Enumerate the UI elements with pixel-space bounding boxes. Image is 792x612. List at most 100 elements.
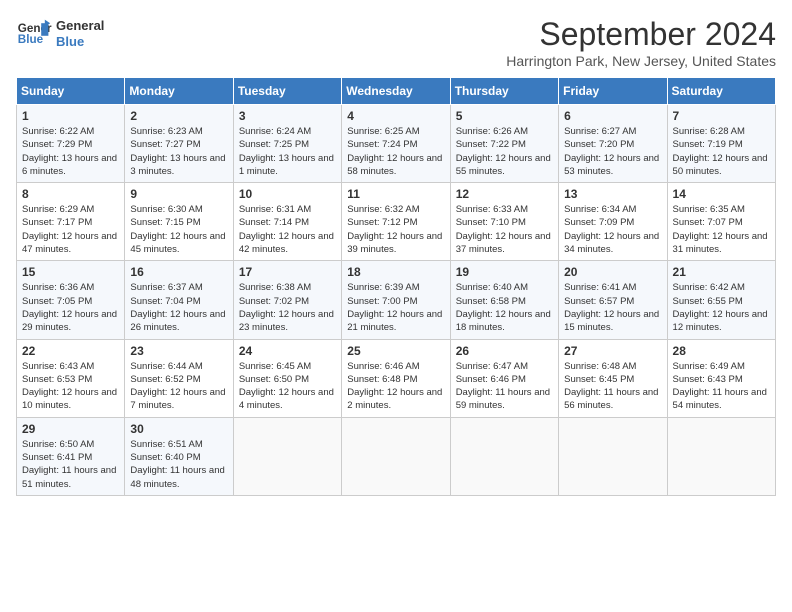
day-number: 24 (239, 344, 336, 358)
day-number: 23 (130, 344, 227, 358)
calendar-day-17: 17 Sunrise: 6:38 AM Sunset: 7:02 PM Dayl… (233, 261, 341, 339)
day-number: 26 (456, 344, 553, 358)
calendar-week-4: 22 Sunrise: 6:43 AM Sunset: 6:53 PM Dayl… (17, 339, 776, 417)
calendar-week-5: 29 Sunrise: 6:50 AM Sunset: 6:41 PM Dayl… (17, 417, 776, 495)
calendar-day-29: 29 Sunrise: 6:50 AM Sunset: 6:41 PM Dayl… (17, 417, 125, 495)
day-info: Sunrise: 6:29 AM Sunset: 7:17 PM Dayligh… (22, 203, 119, 256)
day-number: 7 (673, 109, 770, 123)
day-info: Sunrise: 6:42 AM Sunset: 6:55 PM Dayligh… (673, 281, 770, 334)
day-info: Sunrise: 6:32 AM Sunset: 7:12 PM Dayligh… (347, 203, 444, 256)
calendar-day-26: 26 Sunrise: 6:47 AM Sunset: 6:46 PM Dayl… (450, 339, 558, 417)
day-info: Sunrise: 6:48 AM Sunset: 6:45 PM Dayligh… (564, 360, 661, 413)
calendar-day-21: 21 Sunrise: 6:42 AM Sunset: 6:55 PM Dayl… (667, 261, 775, 339)
day-info: Sunrise: 6:46 AM Sunset: 6:48 PM Dayligh… (347, 360, 444, 413)
calendar-day-14: 14 Sunrise: 6:35 AM Sunset: 7:07 PM Dayl… (667, 183, 775, 261)
day-number: 10 (239, 187, 336, 201)
calendar-day-15: 15 Sunrise: 6:36 AM Sunset: 7:05 PM Dayl… (17, 261, 125, 339)
calendar-week-2: 8 Sunrise: 6:29 AM Sunset: 7:17 PM Dayli… (17, 183, 776, 261)
day-info: Sunrise: 6:38 AM Sunset: 7:02 PM Dayligh… (239, 281, 336, 334)
calendar-day-25: 25 Sunrise: 6:46 AM Sunset: 6:48 PM Dayl… (342, 339, 450, 417)
calendar-week-1: 1 Sunrise: 6:22 AM Sunset: 7:29 PM Dayli… (17, 105, 776, 183)
col-header-monday: Monday (125, 78, 233, 105)
day-number: 29 (22, 422, 119, 436)
day-number: 19 (456, 265, 553, 279)
day-number: 17 (239, 265, 336, 279)
day-info: Sunrise: 6:44 AM Sunset: 6:52 PM Dayligh… (130, 360, 227, 413)
day-number: 11 (347, 187, 444, 201)
col-header-saturday: Saturday (667, 78, 775, 105)
logo: General Blue General Blue (16, 16, 104, 52)
day-number: 2 (130, 109, 227, 123)
day-info: Sunrise: 6:26 AM Sunset: 7:22 PM Dayligh… (456, 125, 553, 178)
day-number: 6 (564, 109, 661, 123)
svg-text:Blue: Blue (18, 33, 44, 46)
col-header-tuesday: Tuesday (233, 78, 341, 105)
col-header-wednesday: Wednesday (342, 78, 450, 105)
day-info: Sunrise: 6:27 AM Sunset: 7:20 PM Dayligh… (564, 125, 661, 178)
empty-day (450, 417, 558, 495)
calendar-day-6: 6 Sunrise: 6:27 AM Sunset: 7:20 PM Dayli… (559, 105, 667, 183)
day-number: 28 (673, 344, 770, 358)
calendar-day-1: 1 Sunrise: 6:22 AM Sunset: 7:29 PM Dayli… (17, 105, 125, 183)
day-info: Sunrise: 6:40 AM Sunset: 6:58 PM Dayligh… (456, 281, 553, 334)
calendar-day-24: 24 Sunrise: 6:45 AM Sunset: 6:50 PM Dayl… (233, 339, 341, 417)
day-number: 5 (456, 109, 553, 123)
empty-day (667, 417, 775, 495)
calendar-day-18: 18 Sunrise: 6:39 AM Sunset: 7:00 PM Dayl… (342, 261, 450, 339)
day-number: 15 (22, 265, 119, 279)
day-info: Sunrise: 6:39 AM Sunset: 7:00 PM Dayligh… (347, 281, 444, 334)
calendar-day-2: 2 Sunrise: 6:23 AM Sunset: 7:27 PM Dayli… (125, 105, 233, 183)
day-number: 1 (22, 109, 119, 123)
month-title: September 2024 (506, 16, 776, 53)
day-number: 18 (347, 265, 444, 279)
day-info: Sunrise: 6:51 AM Sunset: 6:40 PM Dayligh… (130, 438, 227, 491)
day-number: 14 (673, 187, 770, 201)
day-number: 3 (239, 109, 336, 123)
calendar-day-8: 8 Sunrise: 6:29 AM Sunset: 7:17 PM Dayli… (17, 183, 125, 261)
calendar-day-3: 3 Sunrise: 6:24 AM Sunset: 7:25 PM Dayli… (233, 105, 341, 183)
day-number: 30 (130, 422, 227, 436)
logo-line2: Blue (56, 34, 104, 50)
day-number: 9 (130, 187, 227, 201)
logo-icon: General Blue (16, 16, 52, 52)
calendar-table: SundayMondayTuesdayWednesdayThursdayFrid… (16, 77, 776, 496)
calendar-day-9: 9 Sunrise: 6:30 AM Sunset: 7:15 PM Dayli… (125, 183, 233, 261)
calendar-day-12: 12 Sunrise: 6:33 AM Sunset: 7:10 PM Dayl… (450, 183, 558, 261)
day-number: 13 (564, 187, 661, 201)
day-number: 20 (564, 265, 661, 279)
day-info: Sunrise: 6:25 AM Sunset: 7:24 PM Dayligh… (347, 125, 444, 178)
calendar-day-30: 30 Sunrise: 6:51 AM Sunset: 6:40 PM Dayl… (125, 417, 233, 495)
day-number: 21 (673, 265, 770, 279)
day-number: 25 (347, 344, 444, 358)
calendar-day-7: 7 Sunrise: 6:28 AM Sunset: 7:19 PM Dayli… (667, 105, 775, 183)
calendar-day-16: 16 Sunrise: 6:37 AM Sunset: 7:04 PM Dayl… (125, 261, 233, 339)
day-info: Sunrise: 6:28 AM Sunset: 7:19 PM Dayligh… (673, 125, 770, 178)
day-info: Sunrise: 6:30 AM Sunset: 7:15 PM Dayligh… (130, 203, 227, 256)
day-info: Sunrise: 6:37 AM Sunset: 7:04 PM Dayligh… (130, 281, 227, 334)
day-info: Sunrise: 6:34 AM Sunset: 7:09 PM Dayligh… (564, 203, 661, 256)
empty-day (342, 417, 450, 495)
day-number: 8 (22, 187, 119, 201)
logo-line1: General (56, 18, 104, 34)
day-info: Sunrise: 6:23 AM Sunset: 7:27 PM Dayligh… (130, 125, 227, 178)
day-info: Sunrise: 6:50 AM Sunset: 6:41 PM Dayligh… (22, 438, 119, 491)
day-info: Sunrise: 6:35 AM Sunset: 7:07 PM Dayligh… (673, 203, 770, 256)
empty-day (233, 417, 341, 495)
calendar-day-20: 20 Sunrise: 6:41 AM Sunset: 6:57 PM Dayl… (559, 261, 667, 339)
title-block: September 2024 Harrington Park, New Jers… (506, 16, 776, 69)
page-header: General Blue General Blue September 2024… (16, 16, 776, 69)
day-info: Sunrise: 6:22 AM Sunset: 7:29 PM Dayligh… (22, 125, 119, 178)
col-header-sunday: Sunday (17, 78, 125, 105)
empty-day (559, 417, 667, 495)
day-number: 12 (456, 187, 553, 201)
day-number: 16 (130, 265, 227, 279)
calendar-week-3: 15 Sunrise: 6:36 AM Sunset: 7:05 PM Dayl… (17, 261, 776, 339)
day-number: 4 (347, 109, 444, 123)
col-header-thursday: Thursday (450, 78, 558, 105)
calendar-day-23: 23 Sunrise: 6:44 AM Sunset: 6:52 PM Dayl… (125, 339, 233, 417)
day-number: 22 (22, 344, 119, 358)
day-info: Sunrise: 6:36 AM Sunset: 7:05 PM Dayligh… (22, 281, 119, 334)
col-header-friday: Friday (559, 78, 667, 105)
calendar-day-28: 28 Sunrise: 6:49 AM Sunset: 6:43 PM Dayl… (667, 339, 775, 417)
day-info: Sunrise: 6:24 AM Sunset: 7:25 PM Dayligh… (239, 125, 336, 178)
